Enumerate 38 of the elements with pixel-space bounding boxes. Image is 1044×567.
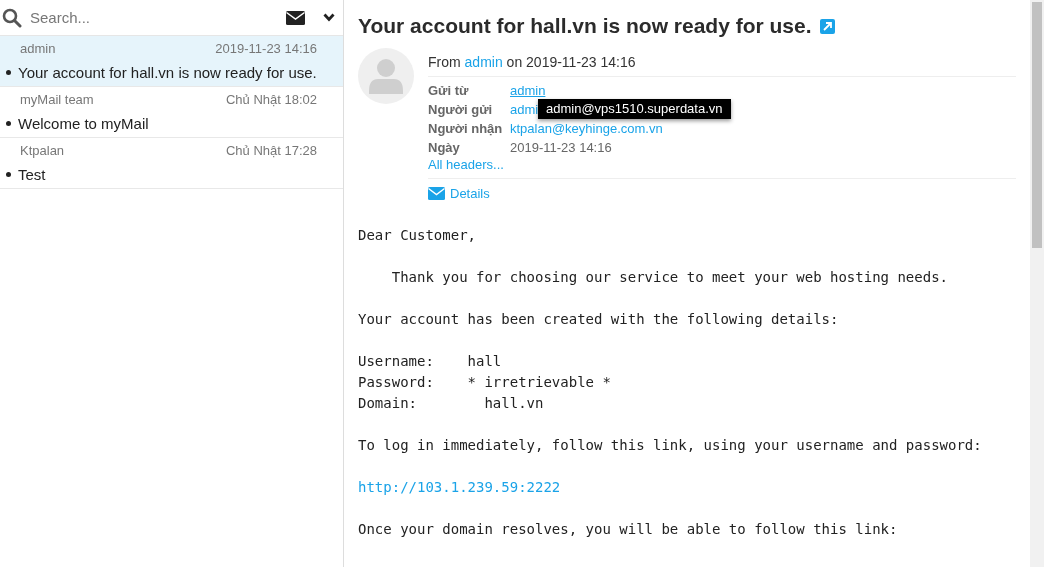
header-link[interactable]: admin [510,83,546,98]
header-label: Người gửi [428,102,494,117]
body-paragraph: To log in immediately, follow this link, using your username and password: [358,436,983,455]
sender-link[interactable]: admin [464,54,503,70]
details-link[interactable]: Details [428,186,490,201]
message-subject: Your account for hall.vn is now ready for use. [18,64,317,81]
header-link[interactable]: admi [510,102,539,117]
chevron-down-icon[interactable] [323,13,335,22]
from-line: From admin on 2019-11-23 14:16 [428,48,1016,77]
all-headers-link[interactable]: All headers... [428,157,1016,179]
header-link[interactable]: ktpalan@keyhinge.com.vn [510,121,663,136]
header-label: Ngày [428,140,461,155]
envelope-icon [428,187,445,200]
message-title: Your account for hall.vn is now ready for use. [358,14,812,38]
header-label: Người nhận [428,121,504,136]
sender-name: admin [20,41,56,56]
body-link[interactable]: http://103.1.239.59:2222 [358,477,561,498]
body-paragraph: Once your domain resolves, you will be able to follow this link: [358,520,899,539]
message-date: Chủ Nhật 18:02 [225,92,317,107]
body-paragraph: Username: hall Password: * irretrievable * Domain: hall.vn [358,352,612,413]
envelope-icon[interactable] [286,10,305,25]
body-paragraph: Your account has been created with the following details: [358,310,840,329]
message-subject: Welcome to myMail [18,115,149,132]
message-date: Chủ Nhật 17:28 [225,143,317,158]
header-value: 2019-11-23 14:16 [510,140,612,155]
body-paragraph: Thank you for choosing our service to meet your web hosting needs. [390,268,949,287]
body-paragraph: Dear Customer, [358,226,477,245]
sender-name: myMail team [20,92,94,107]
message-subject: Test [18,166,46,183]
message-item[interactable]: admin 2019-11-23 14:16 Your account for hall.vn is now ready for use. [0,36,343,87]
header-label: Gửi từ [428,83,470,98]
tooltip: admin@vps1510.superdata.vn [538,99,731,119]
scrollbar-thumb[interactable] [1032,2,1042,248]
avatar-icon [358,48,414,104]
message-date: 2019-11-23 14:16 [215,41,317,56]
search-icon [2,7,22,28]
sender-name: Ktpalan [20,143,65,158]
external-link-icon[interactable] [819,18,835,34]
